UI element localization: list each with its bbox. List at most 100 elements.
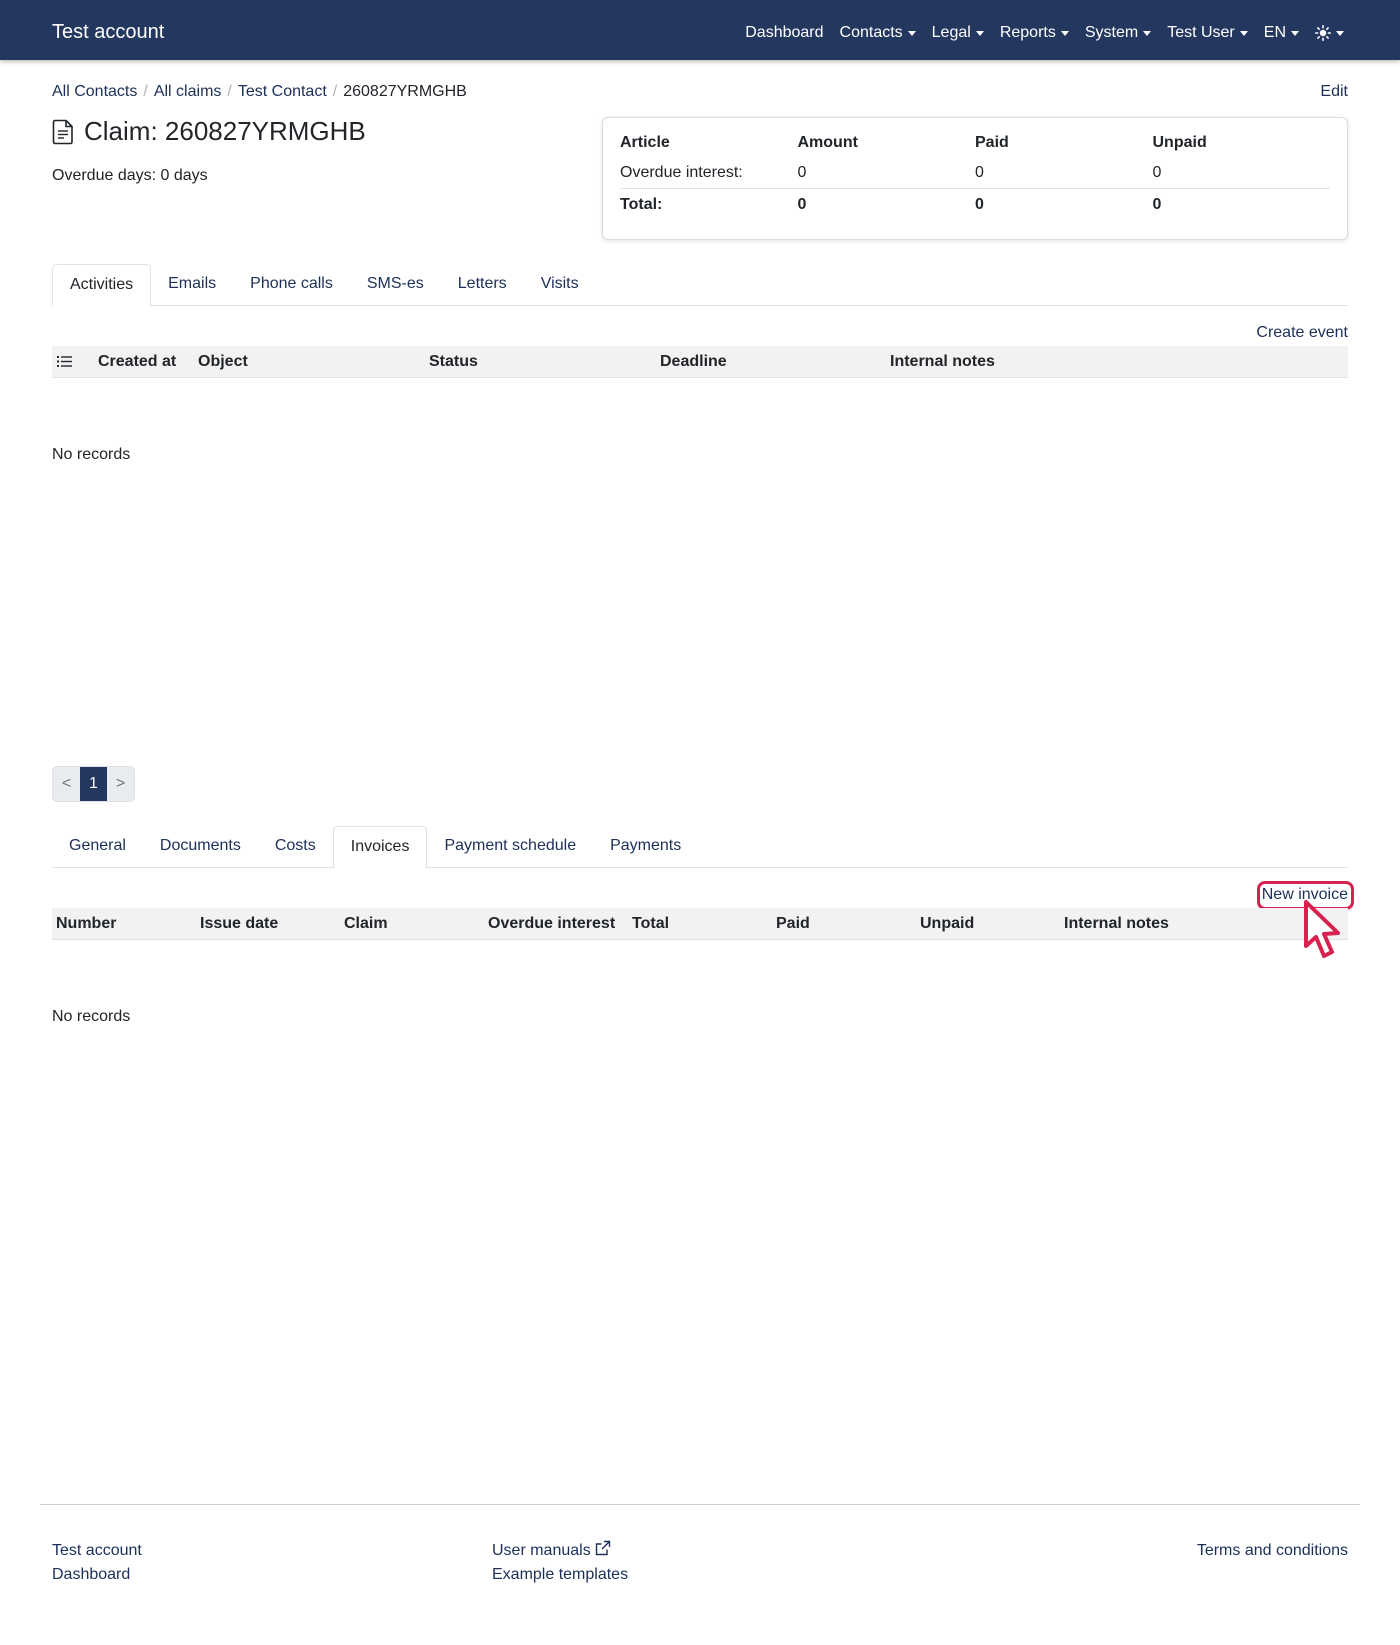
summary-header-article: Article bbox=[620, 134, 670, 151]
column-claim[interactable]: Claim bbox=[344, 915, 388, 933]
tab-emails[interactable]: Emails bbox=[151, 264, 233, 306]
footer-column-3: Terms and conditions bbox=[1197, 1539, 1348, 1563]
activities-table-header: Created at Object Status Deadline Intern… bbox=[52, 346, 1348, 378]
breadcrumb-test-contact[interactable]: Test Contact bbox=[238, 83, 327, 101]
breadcrumb-separator: / bbox=[332, 83, 338, 100]
caret-down-icon bbox=[975, 30, 984, 36]
summary-total-cell: 0 bbox=[975, 196, 984, 214]
sun-icon bbox=[1315, 25, 1331, 41]
edit-link[interactable]: Edit bbox=[1320, 83, 1348, 101]
top-navbar: Test account Dashboard Contacts Legal Re… bbox=[0, 0, 1400, 60]
tab-sms-es[interactable]: SMS-es bbox=[350, 264, 441, 306]
column-internal-notes[interactable]: Internal notes bbox=[890, 353, 995, 371]
column-issue-date[interactable]: Issue date bbox=[200, 915, 278, 933]
nav-dashboard[interactable]: Dashboard bbox=[745, 24, 823, 42]
column-paid[interactable]: Paid bbox=[776, 915, 810, 933]
pagination-prev[interactable]: < bbox=[53, 767, 80, 801]
tab-payment-schedule[interactable]: Payment schedule bbox=[427, 826, 593, 868]
invoices-empty-message: No records bbox=[52, 1008, 131, 1025]
nav-system-dropdown[interactable]: System bbox=[1084, 24, 1152, 42]
column-number[interactable]: Number bbox=[56, 915, 116, 933]
breadcrumb-current: 260827YRMGHB bbox=[343, 83, 467, 100]
summary-card: Article Amount Paid Unpaid Overdue inter… bbox=[602, 117, 1348, 240]
caret-down-icon bbox=[1239, 30, 1248, 36]
brand-link[interactable]: Test account bbox=[52, 21, 164, 44]
tab-payments[interactable]: Payments bbox=[593, 826, 698, 868]
tab-invoices[interactable]: Invoices bbox=[332, 826, 428, 869]
column-overdue-interest[interactable]: Overdue interest bbox=[488, 915, 615, 933]
breadcrumb-separator: / bbox=[143, 83, 148, 100]
column-internal-notes[interactable]: Internal notes bbox=[1064, 915, 1169, 933]
nav-legal-label: Legal bbox=[931, 24, 971, 41]
summary-header-paid: Paid bbox=[975, 134, 1009, 151]
summary-header-unpaid: Unpaid bbox=[1152, 134, 1207, 151]
nav-legal-dropdown[interactable]: Legal bbox=[932, 24, 984, 42]
summary-total-row: Total: 0 0 0 bbox=[620, 188, 1330, 218]
tab-costs[interactable]: Costs bbox=[258, 826, 333, 868]
caret-down-icon bbox=[1336, 30, 1344, 36]
footer-user-manuals-label: User manuals bbox=[492, 1542, 591, 1559]
tab-general[interactable]: General bbox=[52, 826, 143, 868]
caret-down-icon bbox=[907, 30, 916, 36]
nav-reports-dropdown[interactable]: Reports bbox=[1000, 24, 1069, 42]
nav-language-dropdown[interactable]: EN bbox=[1264, 24, 1299, 42]
breadcrumb: All Contacts / All claims / Test Contact… bbox=[52, 83, 467, 101]
column-chooser-icon[interactable] bbox=[57, 355, 72, 373]
breadcrumb-all-contacts[interactable]: All Contacts bbox=[52, 83, 137, 101]
column-status[interactable]: Status bbox=[429, 353, 478, 371]
pagination-next[interactable]: > bbox=[107, 767, 134, 801]
tab-visits[interactable]: Visits bbox=[524, 264, 596, 306]
tab-phone-calls[interactable]: Phone calls bbox=[233, 264, 350, 306]
summary-total-cell: 0 bbox=[1152, 196, 1162, 214]
nav-system-label: System bbox=[1084, 24, 1139, 41]
summary-cell: 0 bbox=[975, 158, 1153, 189]
nav-user-dropdown[interactable]: Test User bbox=[1167, 24, 1248, 42]
nav-dashboard-label: Dashboard bbox=[745, 24, 824, 41]
caret-down-icon bbox=[1143, 30, 1152, 36]
summary-row: Overdue interest: 0 0 0 bbox=[620, 158, 1330, 189]
column-unpaid[interactable]: Unpaid bbox=[920, 915, 974, 933]
footer-user-manuals-link[interactable]: User manuals bbox=[492, 1542, 591, 1559]
page-title: Claim: 260827YRMGHB bbox=[52, 116, 366, 147]
nav-contacts-dropdown[interactable]: Contacts bbox=[840, 24, 916, 42]
nav-theme-dropdown[interactable] bbox=[1315, 25, 1344, 41]
tab-documents[interactable]: Documents bbox=[143, 826, 258, 868]
claim-detail-tabs: General Documents Costs Invoices Payment… bbox=[52, 826, 1348, 869]
summary-total-cell: Total: bbox=[620, 196, 663, 214]
summary-total-cell: 0 bbox=[797, 196, 807, 214]
page-title-text: Claim: 260827YRMGHB bbox=[84, 116, 366, 146]
column-object[interactable]: Object bbox=[198, 353, 248, 371]
tab-letters[interactable]: Letters bbox=[441, 264, 524, 306]
nav-menu: Dashboard Contacts Legal Reports System … bbox=[745, 24, 1344, 42]
footer-dashboard-link[interactable]: Dashboard bbox=[52, 1566, 130, 1583]
external-link-icon bbox=[595, 1540, 611, 1556]
footer-terms-link[interactable]: Terms and conditions bbox=[1197, 1542, 1348, 1559]
activities-empty-message: No records bbox=[52, 446, 131, 463]
nav-user-label: Test User bbox=[1167, 24, 1235, 41]
summary-header-amount: Amount bbox=[797, 134, 858, 151]
overdue-days: Overdue days: 0 days bbox=[52, 167, 208, 184]
create-event-link[interactable]: Create event bbox=[1256, 324, 1348, 342]
footer-divider bbox=[40, 1504, 1360, 1505]
column-created-at[interactable]: Created at bbox=[98, 353, 176, 371]
caret-down-icon bbox=[1060, 30, 1069, 36]
footer-column-2: User manuals Example templates bbox=[492, 1539, 628, 1587]
tab-activities[interactable]: Activities bbox=[52, 264, 152, 307]
column-deadline[interactable]: Deadline bbox=[660, 353, 727, 371]
column-total[interactable]: Total bbox=[632, 915, 669, 933]
summary-cell: 0 bbox=[797, 158, 975, 189]
summary-cell: 0 bbox=[1152, 158, 1330, 189]
activity-tabs: Activities Emails Phone calls SMS-es Let… bbox=[52, 264, 1348, 307]
document-icon bbox=[52, 119, 73, 144]
footer-example-templates-link[interactable]: Example templates bbox=[492, 1566, 628, 1583]
breadcrumb-separator: / bbox=[227, 83, 232, 100]
caret-down-icon bbox=[1291, 30, 1299, 36]
pagination-page[interactable]: 1 bbox=[80, 767, 107, 801]
pagination: < 1 > bbox=[52, 766, 135, 802]
breadcrumb-all-claims[interactable]: All claims bbox=[154, 83, 222, 101]
summary-header-row: Article Amount Paid Unpaid bbox=[620, 128, 1330, 158]
footer-test-account-link[interactable]: Test account bbox=[52, 1542, 142, 1559]
nav-language-label: EN bbox=[1263, 24, 1286, 41]
nav-reports-label: Reports bbox=[999, 24, 1056, 41]
nav-contacts-label: Contacts bbox=[839, 24, 903, 41]
